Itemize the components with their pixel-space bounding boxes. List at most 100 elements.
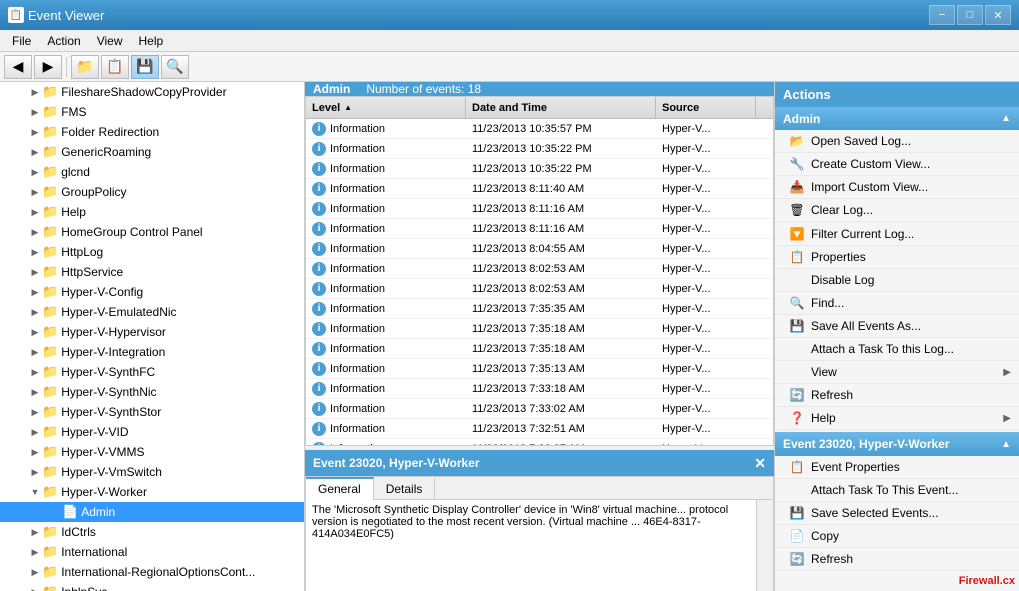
tree-item-international[interactable]: ▶ 📁 International [0,542,304,562]
tree-item-admin[interactable]: 📄 Admin [0,502,304,522]
tree-item-hyperv-synthnic[interactable]: ▶ 📁 Hyper-V-SynthNic [0,382,304,402]
action-open-saved-log[interactable]: 📂 Open Saved Log... [775,130,1019,153]
action-refresh-event[interactable]: 🔄 Refresh [775,548,1019,571]
tab-general[interactable]: General [306,477,374,500]
tab-details[interactable]: Details [374,477,436,499]
tree-item-international-regional[interactable]: ▶ 📁 International-RegionalOptionsCont... [0,562,304,582]
actions-title: Actions [783,87,831,102]
toolbar-separator-1 [66,57,67,77]
action-help-admin[interactable]: ❓ Help ▶ [775,407,1019,430]
event-row[interactable]: iInformation 11/23/2013 8:11:16 AM Hyper… [306,199,773,219]
action-disable-log[interactable]: Disable Log [775,269,1019,292]
expander-icon: ▶ [28,427,42,438]
tree-item-hyperv-emulatednic[interactable]: ▶ 📁 Hyper-V-EmulatedNic [0,302,304,322]
col-header-source[interactable]: Source [656,97,756,118]
toolbar-save[interactable]: 💾 [131,55,159,79]
tree-item-hyperv-vmms[interactable]: ▶ 📁 Hyper-V-VMMS [0,442,304,462]
tree-item-hyperv-integration[interactable]: ▶ 📁 Hyper-V-Integration [0,342,304,362]
event-row[interactable]: iInformation 11/23/2013 7:35:18 AM Hyper… [306,319,773,339]
tree-item-genericroaming[interactable]: ▶ 📁 GenericRoaming [0,142,304,162]
tree-item-homegroupcontrolpanel[interactable]: ▶ 📁 HomeGroup Control Panel [0,222,304,242]
tree-item-fms[interactable]: ▶ 📁 FMS [0,102,304,122]
event-row[interactable]: iInformation 11/23/2013 7:35:13 AM Hyper… [306,359,773,379]
event-row[interactable]: iInformation 11/23/2013 7:32:51 AM Hyper… [306,419,773,439]
tree-item-help[interactable]: ▶ 📁 Help [0,202,304,222]
action-create-custom-view[interactable]: 🔧 Create Custom View... [775,153,1019,176]
action-properties[interactable]: 📋 Properties [775,246,1019,269]
menu-help[interactable]: Help [131,32,172,50]
tree-item-label: HttpService [61,265,123,279]
event-row[interactable]: iInformation 11/23/2013 10:35:22 PM Hype… [306,159,773,179]
tree-item-fileshareshadowcopyprovider[interactable]: ▶ 📁 FileshareShadowCopyProvider [0,82,304,102]
action-event-properties[interactable]: 📋 Event Properties [775,456,1019,479]
event-cell-datetime: 11/23/2013 10:35:22 PM [466,143,656,155]
refresh-icon: 🔄 [789,387,805,403]
action-refresh-admin[interactable]: 🔄 Refresh [775,384,1019,407]
event-row[interactable]: iInformation 11/23/2013 10:35:57 PM Hype… [306,119,773,139]
close-detail-button[interactable]: ✕ [754,455,766,472]
copy-icon: 📄 [789,528,805,544]
toolbar-open[interactable]: 📁 [71,55,99,79]
tree-item-grouppolicy[interactable]: ▶ 📁 GroupPolicy [0,182,304,202]
tree-item-hyperv-config[interactable]: ▶ 📁 Hyper-V-Config [0,282,304,302]
action-view[interactable]: View ▶ [775,361,1019,384]
tree-item-hyperv-hypervisor[interactable]: ▶ 📁 Hyper-V-Hypervisor [0,322,304,342]
folder-icon: 📁 [42,344,58,360]
tree-item-hyperv-worker[interactable]: ▼ 📁 Hyper-V-Worker [0,482,304,502]
toolbar-forward[interactable]: ▶ [34,55,62,79]
col-header-level[interactable]: Level ▲ [306,97,466,118]
tree-item-hyperv-vmswitch[interactable]: ▶ 📁 Hyper-V-VmSwitch [0,462,304,482]
event-row[interactable]: iInformation 11/23/2013 8:11:16 AM Hyper… [306,219,773,239]
maximize-button[interactable]: □ [957,5,983,25]
event-row[interactable]: iInformation 11/23/2013 7:33:02 AM Hyper… [306,399,773,419]
event-row[interactable]: iInformation 11/23/2013 7:33:18 AM Hyper… [306,379,773,399]
toolbar-back[interactable]: ◀ [4,55,32,79]
menu-file[interactable]: File [4,32,39,50]
menu-view[interactable]: View [89,32,131,50]
tree-item-folderredirection[interactable]: ▶ 📁 Folder Redirection [0,122,304,142]
action-attach-task-log[interactable]: Attach a Task To this Log... [775,338,1019,361]
minimize-button[interactable]: − [929,5,955,25]
action-save-all-events[interactable]: 💾 Save All Events As... [775,315,1019,338]
event-row[interactable]: iInformation 11/23/2013 8:02:53 AM Hyper… [306,259,773,279]
events-panel-title: Admin [313,82,350,96]
tree-item-httpservice[interactable]: ▶ 📁 HttpService [0,262,304,282]
tree-item-hyperv-vid[interactable]: ▶ 📁 Hyper-V-VID [0,422,304,442]
tree-item-idctrls[interactable]: ▶ 📁 IdCtrls [0,522,304,542]
action-copy[interactable]: 📄 Copy [775,525,1019,548]
toolbar-custom-view[interactable]: 📋 [101,55,129,79]
event-cell-level: iInformation [306,222,466,236]
event-row[interactable]: iInformation 11/23/2013 8:11:40 AM Hyper… [306,179,773,199]
action-clear-log[interactable]: 🗑 Clear Log... [775,199,1019,222]
event-row[interactable]: iInformation 11/23/2013 7:35:35 AM Hyper… [306,299,773,319]
event-row[interactable]: iInformation 11/23/2013 8:02:53 AM Hyper… [306,279,773,299]
tree-item-iphlpsvc[interactable]: ▶ 📁 IphlpSvc [0,582,304,591]
tree-item-label: GroupPolicy [61,185,126,199]
event-row[interactable]: iInformation 11/23/2013 10:35:22 PM Hype… [306,139,773,159]
action-attach-task-event[interactable]: Attach Task To This Event... [775,479,1019,502]
action-filter-current-log[interactable]: 🔽 Filter Current Log... [775,222,1019,245]
tree-view[interactable]: ▶ 📁 FileshareShadowCopyProvider ▶ 📁 FMS … [0,82,304,591]
window-title: Event Viewer [28,8,104,23]
event-cell-source: Hyper-V... [656,403,773,415]
event-row[interactable]: iInformation 11/23/2013 8:04:55 AM Hyper… [306,239,773,259]
event-row[interactable]: iInformation 11/23/2013 7:32:37 AM Hyper… [306,439,773,445]
tree-item-hyperv-synthfc[interactable]: ▶ 📁 Hyper-V-SynthFC [0,362,304,382]
actions-section-admin[interactable]: Admin ▲ [775,107,1019,130]
col-header-datetime[interactable]: Date and Time [466,97,656,118]
event-row[interactable]: iInformation 11/23/2013 7:35:18 AM Hyper… [306,339,773,359]
close-button[interactable]: ✕ [985,5,1011,25]
menu-action[interactable]: Action [39,32,88,50]
tree-item-httplog[interactable]: ▶ 📁 HttpLog [0,242,304,262]
actions-section-event[interactable]: Event 23020, Hyper-V-Worker ▲ [775,432,1019,455]
event-cell-source: Hyper-V... [656,123,773,135]
tree-item-hyperv-synthstor[interactable]: ▶ 📁 Hyper-V-SynthStor [0,402,304,422]
tree-item-glcnd[interactable]: ▶ 📁 glcnd [0,162,304,182]
event-cell-source: Hyper-V... [656,303,773,315]
events-rows[interactable]: iInformation 11/23/2013 10:35:57 PM Hype… [306,119,773,445]
toolbar-find[interactable]: 🔍 [161,55,189,79]
action-find[interactable]: 🔍 Find... [775,292,1019,315]
action-save-selected-events[interactable]: 💾 Save Selected Events... [775,502,1019,525]
action-import-custom-view[interactable]: 📥 Import Custom View... [775,176,1019,199]
event-detail-scrollbar[interactable] [756,500,773,591]
